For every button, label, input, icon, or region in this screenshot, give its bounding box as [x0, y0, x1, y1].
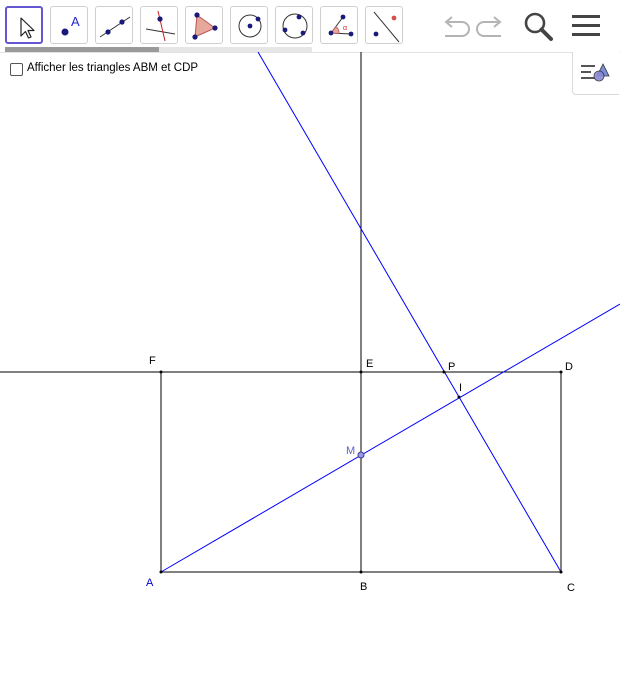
perpendicular-line-tool-button[interactable]	[140, 6, 178, 44]
label-e: E	[366, 358, 373, 370]
menu-icon[interactable]	[570, 12, 602, 42]
point-f[interactable]	[159, 370, 163, 374]
polygon-icon	[192, 12, 218, 40]
point-c[interactable]	[559, 570, 563, 574]
point-tool-button[interactable]: A	[50, 6, 88, 44]
point-a[interactable]	[159, 570, 163, 574]
redo-icon[interactable]	[476, 14, 506, 40]
reflect-about-line-icon	[373, 11, 400, 43]
label-f: F	[149, 355, 156, 367]
angle-tool-button[interactable]: α	[320, 6, 358, 44]
angle-icon: α	[328, 14, 354, 37]
point-e[interactable]	[359, 370, 363, 374]
style-bar-toggle-button[interactable]	[572, 52, 619, 95]
point-p[interactable]	[442, 370, 446, 374]
graphics-view[interactable]: A B C D E F P I M	[0, 52, 620, 677]
toolbar: A α	[0, 0, 620, 53]
line-tool-button[interactable]	[95, 6, 133, 44]
perpendicular-line-icon	[145, 10, 176, 42]
svg-text:α: α	[343, 25, 347, 32]
circle-center-point-tool-button[interactable]	[230, 6, 268, 44]
show-triangles-label[interactable]: Afficher les triangles ABM et CDP	[27, 62, 198, 74]
label-m: M	[346, 445, 355, 457]
circle-three-points-icon	[282, 13, 308, 39]
line-cp[interactable]	[257, 52, 562, 573]
point-d[interactable]	[559, 370, 563, 374]
search-icon[interactable]	[522, 10, 556, 44]
point-m[interactable]	[357, 451, 365, 459]
label-b: B	[360, 581, 367, 593]
circle-center-icon	[238, 14, 262, 38]
label-p: P	[448, 361, 455, 373]
point-b[interactable]	[359, 570, 363, 574]
circle-three-points-tool-button[interactable]	[275, 6, 313, 44]
label-c: C	[567, 582, 575, 594]
label-i: I	[459, 382, 462, 394]
label-a: A	[146, 577, 154, 589]
point-i[interactable]	[457, 395, 461, 399]
show-triangles-checkbox[interactable]	[10, 63, 23, 76]
undo-icon[interactable]	[440, 14, 470, 40]
line-through-points-icon	[99, 16, 131, 38]
line-am[interactable]	[160, 303, 620, 573]
label-d: D	[565, 361, 573, 373]
reflect-tool-button[interactable]	[365, 6, 403, 44]
polygon-tool-button[interactable]	[185, 6, 223, 44]
point-icon: A	[61, 14, 80, 36]
graphics-style-icon	[581, 63, 610, 82]
cursor-arrow-icon	[20, 17, 35, 39]
point-tool-glyph: A	[71, 14, 80, 29]
move-tool-button[interactable]	[5, 6, 43, 44]
